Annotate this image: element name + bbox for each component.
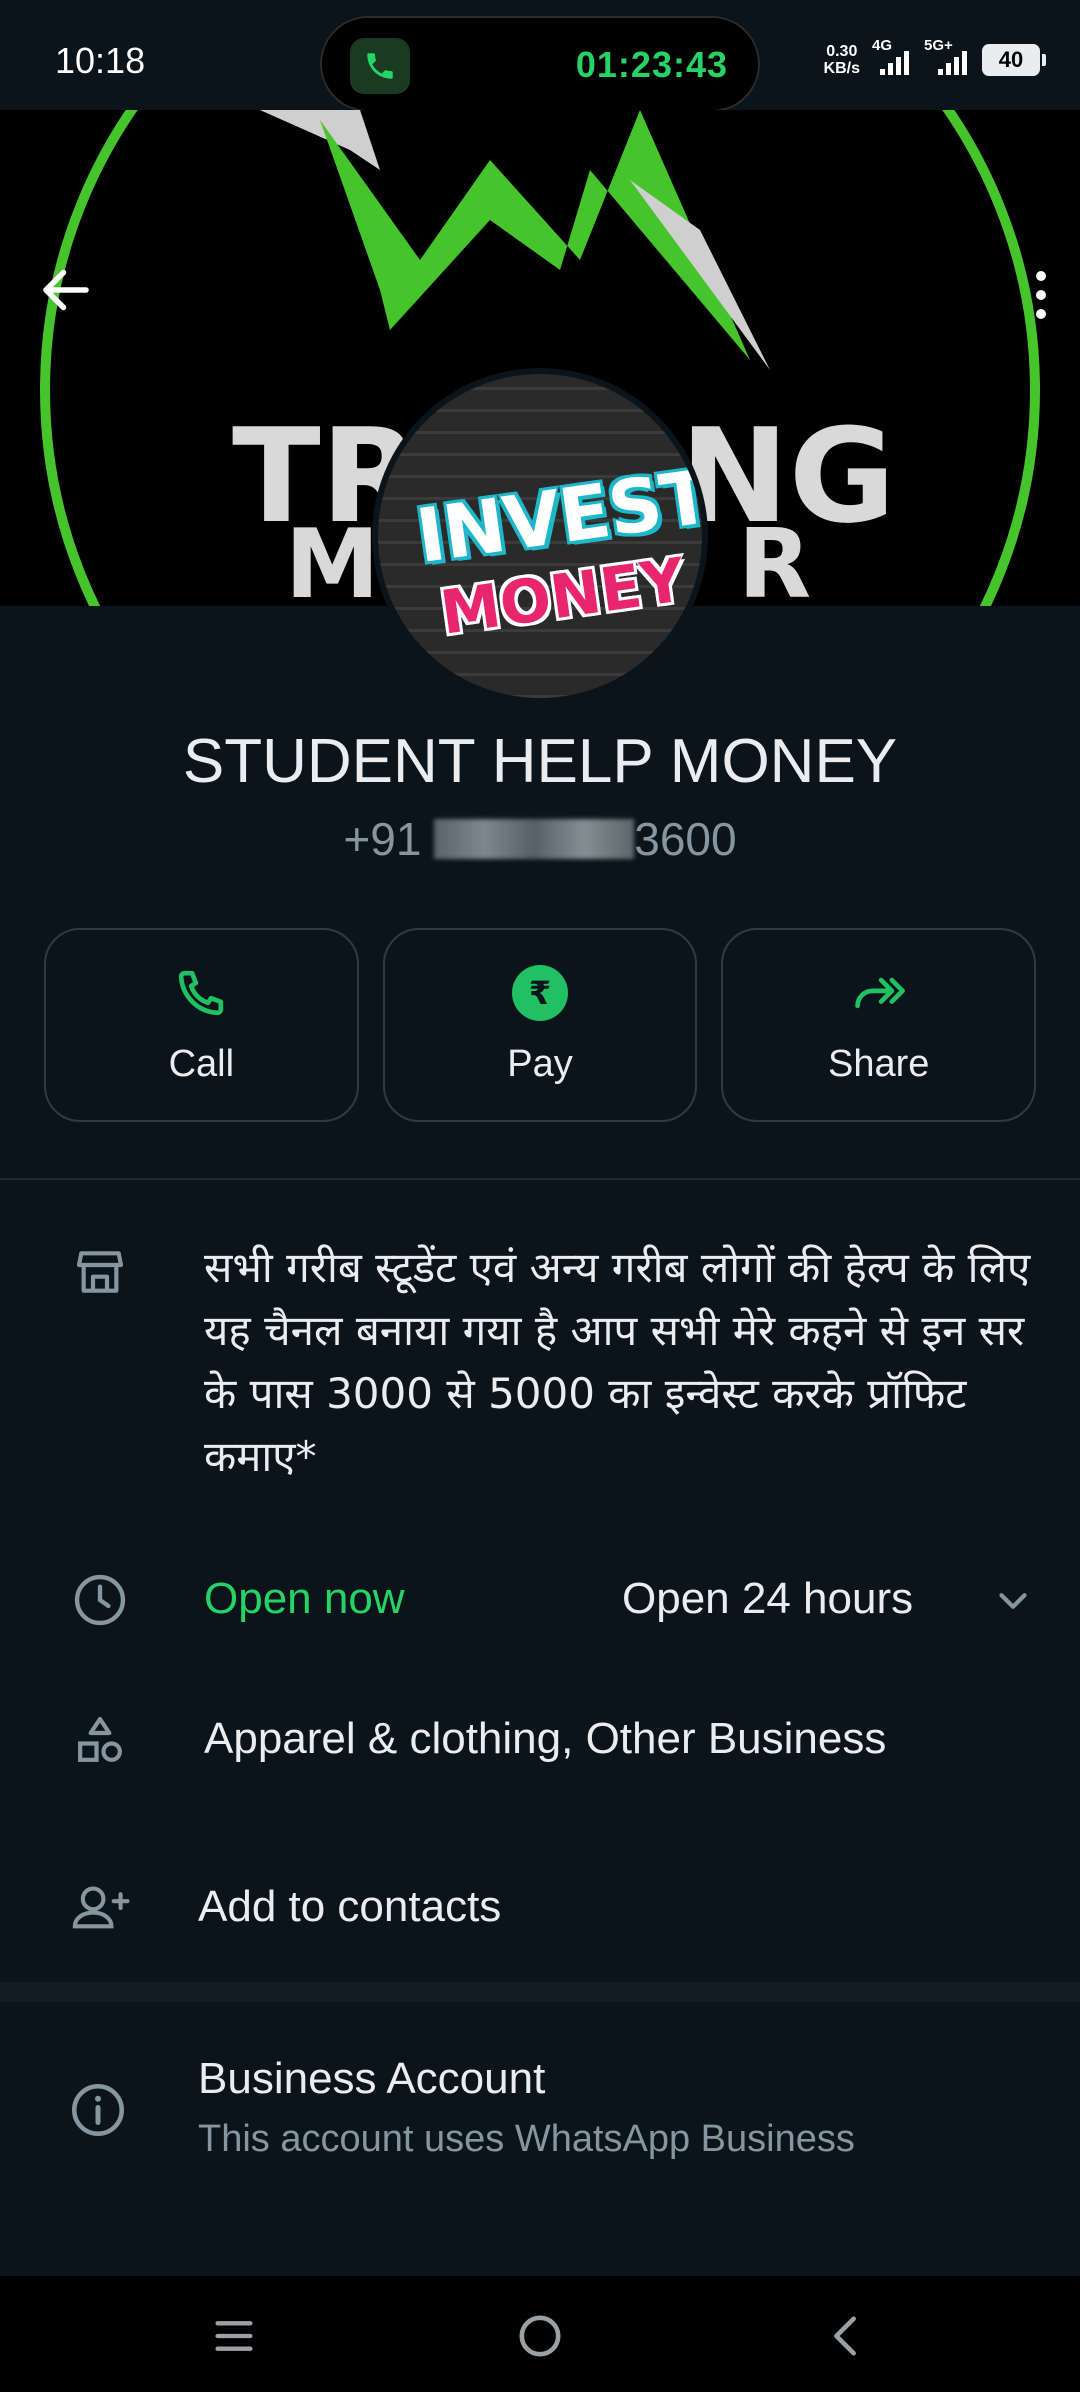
home-circle-icon (519, 2315, 561, 2357)
battery-icon: 40 (982, 44, 1046, 76)
phone-redacted (434, 819, 635, 859)
sim2-label: 5G+ (924, 37, 953, 54)
more-options-button[interactable] (1016, 260, 1066, 330)
call-button[interactable]: Call (44, 928, 359, 1122)
call-label: Call (168, 1042, 235, 1085)
ongoing-call-pill[interactable]: 01:23:43 (320, 16, 760, 112)
cover-logo-text: R (738, 510, 812, 606)
add-person-icon (68, 1876, 132, 1940)
open-status: Open now (204, 1574, 405, 1623)
status-bar: 10:18 01:23:43 0.30 KB/s 4G 5G+ 40 (0, 0, 1080, 112)
divider (0, 1178, 1080, 1180)
network-speed: 0.30 KB/s (824, 43, 860, 77)
signal-icon: 5G+ (924, 37, 970, 75)
clock-icon (68, 1568, 132, 1632)
cover-logo-text: M (285, 510, 380, 606)
add-to-contacts-label[interactable]: Add to contacts (198, 1882, 501, 1932)
section-separator (0, 1982, 1080, 2002)
logo-graphic (260, 110, 770, 370)
profile-avatar[interactable]: INVEST MONEY (372, 368, 708, 704)
sim1-label: 4G (872, 37, 893, 54)
business-description: सभी गरीब स्टूडेंट एवं अन्य गरीब लोगों की… (204, 1243, 1031, 1481)
signal-icon: 4G (872, 37, 912, 75)
pay-button[interactable]: ₹ Pay (382, 928, 698, 1122)
menu-icon (215, 2321, 253, 2351)
action-buttons: Call ₹ Pay Share (44, 928, 1037, 1122)
more-vert-icon (1036, 271, 1046, 281)
storefront-icon (68, 1240, 132, 1304)
phone-icon (350, 38, 410, 94)
business-account-subtitle: This account uses WhatsApp Business (198, 2118, 855, 2160)
category-shapes-icon (68, 1708, 132, 1772)
chevron-left-icon (834, 2316, 856, 2356)
phone-suffix: 3600 (634, 813, 737, 865)
share-button[interactable]: Share (721, 928, 1037, 1122)
system-back-button[interactable] (816, 2306, 876, 2366)
business-category: Apparel & clothing, Other Business (204, 1714, 887, 1763)
rupee-icon: ₹ (512, 964, 568, 1021)
business-name: STUDENT HELP MONEY (182, 727, 898, 796)
chevron-down-icon[interactable] (990, 1578, 1036, 1624)
recent-apps-button[interactable] (204, 2306, 264, 2366)
share-forward-icon (849, 965, 909, 1021)
phone-prefix: +91 (343, 813, 435, 865)
pay-label: Pay (507, 1042, 573, 1085)
info-icon (66, 2078, 130, 2142)
home-button[interactable] (510, 2306, 570, 2366)
network-speed-unit: KB/s (823, 60, 860, 77)
share-label: Share (827, 1042, 930, 1085)
add-to-contacts-row[interactable] (0, 1860, 1080, 1966)
network-speed-value: 0.30 (826, 43, 858, 60)
business-account-title: Business Account (198, 2054, 546, 2103)
phone-number[interactable]: +91 3600 (0, 812, 1080, 866)
status-time: 10:18 (55, 40, 146, 81)
avatar-image: INVEST MONEY (378, 374, 702, 698)
call-timer: 01:23:43 (575, 44, 728, 85)
business-hours: Open 24 hours (622, 1574, 914, 1623)
system-nav-bar (0, 2276, 1080, 2392)
status-indicators: 0.30 KB/s 4G 5G+ 40 (824, 37, 1046, 80)
back-button[interactable] (36, 260, 96, 320)
phone-icon (173, 965, 229, 1021)
arrow-left-icon (43, 269, 89, 311)
